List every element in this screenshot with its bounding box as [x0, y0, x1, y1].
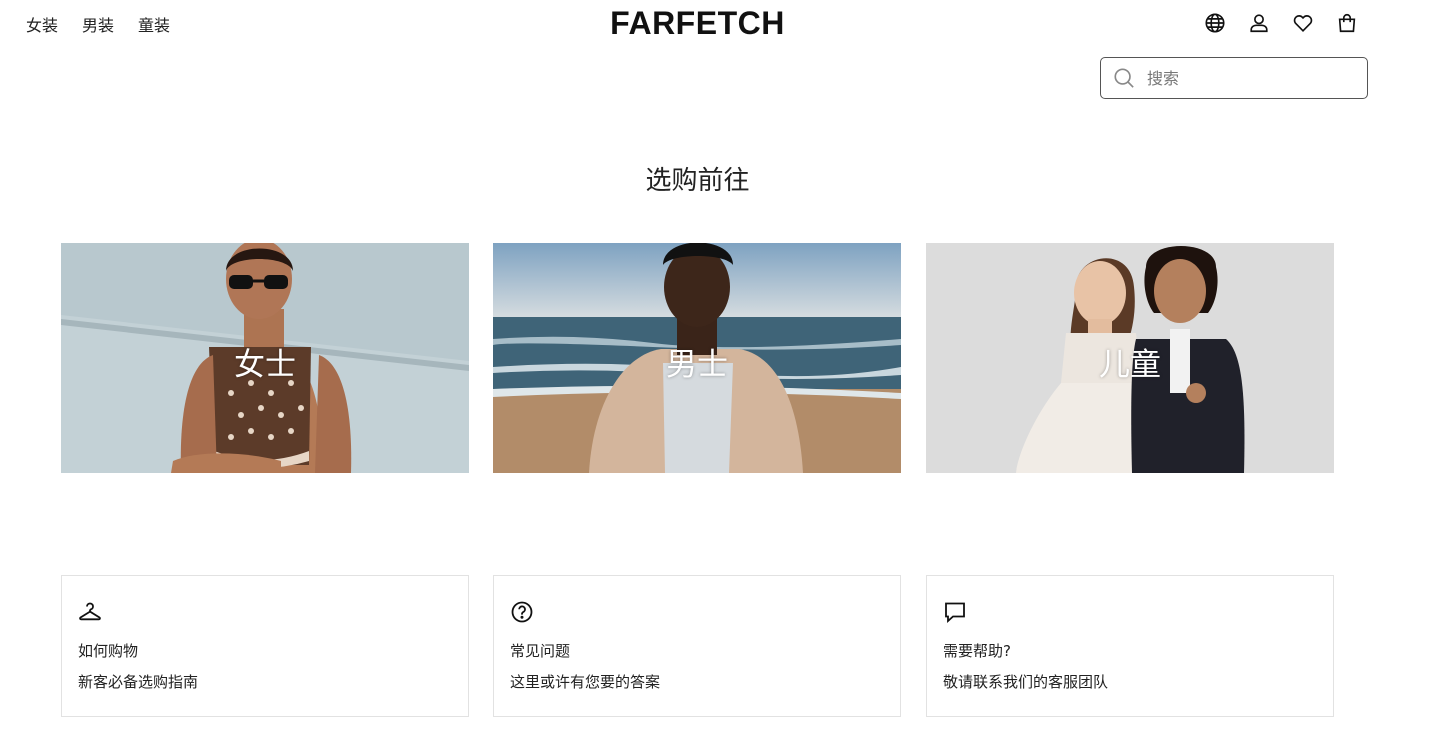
header-icons [1204, 12, 1358, 34]
category-label-women: 女士 [234, 347, 296, 383]
category-label-kids: 儿童 [1099, 347, 1161, 383]
search-input[interactable] [1145, 67, 1349, 89]
help-subtitle: 这里或许有您要的答案 [510, 673, 661, 691]
globe-icon[interactable] [1204, 12, 1226, 34]
category-card-women[interactable]: 女士 [61, 243, 469, 473]
chat-bubble-icon [945, 602, 965, 624]
help-subtitle: 敬请联系我们的客服团队 [943, 673, 1109, 691]
help-title: 常见问题 [510, 642, 571, 660]
heart-icon[interactable] [1292, 12, 1314, 34]
account-icon[interactable] [1248, 12, 1270, 34]
search-icon [1114, 68, 1134, 88]
help-card-how-to-shop[interactable]: 如何购物 新客必备选购指南 [61, 575, 469, 717]
category-card-kids[interactable]: 儿童 [926, 243, 1334, 473]
help-subtitle: 新客必备选购指南 [78, 673, 199, 691]
search-box[interactable] [1100, 57, 1368, 99]
help-card-contact[interactable]: 需要帮助? 敬请联系我们的客服团队 [926, 575, 1334, 717]
help-card-faq[interactable]: 常见问题 这里或许有您要的答案 [493, 575, 901, 717]
bag-icon[interactable] [1336, 12, 1358, 34]
help-title: 如何购物 [78, 642, 139, 660]
help-title: 需要帮助? [943, 642, 1011, 660]
logo[interactable]: FARFETCH [0, 5, 1395, 42]
category-card-men[interactable]: 男士 [493, 243, 901, 473]
category-label-men: 男士 [666, 347, 728, 383]
page-heading: 选购前往 [645, 166, 750, 196]
question-circle-icon [511, 601, 533, 623]
hanger-icon [79, 602, 101, 621]
